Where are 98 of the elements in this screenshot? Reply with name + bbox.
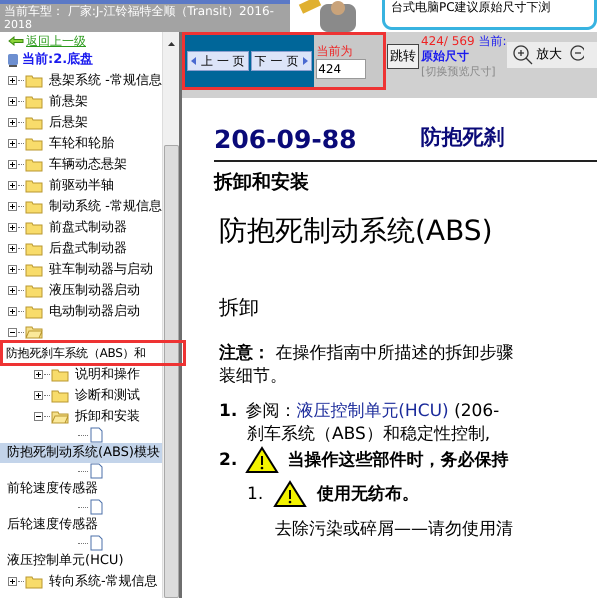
section-header: 防抱死刹 — [420, 124, 505, 151]
substep-detail: 去除污染或碎屑——请勿使用清 — [274, 518, 514, 541]
tip-text: 台式电脑PC建议原始尺寸下浏 — [390, 0, 552, 15]
step-text: 参阅：液压控制单元(HCU) (206- — [245, 400, 500, 423]
tree-item[interactable]: 诊断和测试 — [75, 386, 140, 406]
page-count: 424/ 569 — [421, 34, 475, 48]
warning-icon — [245, 446, 280, 474]
document-subtitle: 拆卸 — [219, 294, 260, 321]
tree-item[interactable]: 说明和操作 — [75, 364, 140, 384]
document-title: 防抱死制动系统(ABS) — [219, 213, 494, 249]
substep-number: 1. — [247, 482, 264, 506]
tree-item[interactable]: 防抱死制动系统(ABS)模块 — [0, 443, 162, 463]
folder-icon — [51, 368, 69, 382]
tree-item[interactable]: 转向系统-常规信息 — [49, 572, 158, 592]
folder-icon — [25, 74, 43, 88]
folder-icon — [25, 284, 43, 298]
substep-text: 使用无纺布。 — [317, 482, 420, 506]
folder-icon — [51, 388, 69, 402]
collapse-box-icon[interactable] — [34, 412, 43, 421]
expand-box-icon[interactable] — [8, 139, 17, 148]
expand-box-icon[interactable] — [34, 370, 43, 379]
tree-item[interactable]: 拆卸和安装 — [75, 406, 140, 426]
vehicle-title: 当前车型： 厂家:J-江铃福特全顺（Transit）2016- — [3, 4, 275, 18]
folder-icon — [25, 116, 43, 130]
step-number: 1. — [219, 400, 238, 423]
document-icon — [90, 463, 103, 479]
folder-icon — [25, 304, 43, 318]
folder-icon — [25, 325, 43, 339]
tree-item[interactable]: 后轮速度传感器 — [0, 515, 162, 535]
tree-item[interactable]: 前轮速度传感器 — [0, 479, 162, 499]
scroll-up-icon[interactable] — [168, 42, 174, 46]
expand-box-icon[interactable] — [34, 391, 43, 400]
vehicle-title-year: 2018 — [3, 18, 33, 31]
size-mode: 原始尺寸 — [421, 49, 470, 64]
zoom-in-icon — [513, 45, 533, 65]
tree-item[interactable]: 车辆动态悬架 — [49, 154, 127, 174]
folder-icon — [25, 200, 43, 214]
left-arrow-icon — [191, 57, 196, 65]
scroll-thumb[interactable] — [164, 145, 178, 598]
tree-item[interactable]: 制动系统 -常规信息 — [49, 196, 162, 216]
folder-icon — [25, 94, 43, 108]
jump-button[interactable]: 跳转 — [387, 44, 419, 69]
expand-box-icon[interactable] — [8, 577, 17, 586]
scrollbar[interactable] — [162, 32, 179, 598]
section-name: 拆卸和安装 — [214, 170, 310, 194]
folder-icon — [25, 158, 43, 172]
right-arrow-icon — [303, 57, 308, 65]
expand-box-icon[interactable] — [8, 118, 17, 127]
computer-icon — [7, 52, 19, 68]
back-arrow-icon — [8, 36, 24, 46]
document-icon — [90, 427, 103, 443]
document-icon — [90, 499, 103, 515]
expand-box-icon[interactable] — [8, 97, 17, 106]
folder-icon — [25, 136, 43, 150]
expand-box-icon[interactable] — [8, 76, 17, 85]
folder-icon — [25, 574, 43, 588]
tree-item[interactable]: 液压制动器启动 — [49, 280, 140, 300]
tree-item[interactable]: 电动制动器启动 — [49, 302, 140, 322]
tree-item[interactable]: 液压控制单元(HCU) — [0, 551, 162, 571]
expand-box-icon[interactable] — [8, 181, 17, 190]
note-text-continued: 装细节。 — [219, 365, 288, 388]
folder-icon — [25, 262, 43, 276]
folder-icon — [25, 178, 43, 192]
note-text: 注意： 在操作指南中所描述的拆卸步骤 — [219, 342, 514, 365]
collapse-box-icon[interactable] — [8, 328, 17, 336]
back-link[interactable]: 返回上一级 — [26, 32, 86, 50]
previous-page-button[interactable]: 上 一 页 — [187, 51, 249, 71]
page-input[interactable]: 424 — [316, 59, 366, 79]
tree-item[interactable]: 防抱死刹车系统（ABS）和 — [0, 342, 162, 364]
expand-box-icon[interactable] — [8, 307, 17, 316]
next-page-button[interactable]: 下 一 页 — [250, 51, 312, 71]
step-number: 2. — [219, 448, 238, 472]
step-text-continued: 刹车系统（ABS）和稳定性控制, — [246, 423, 492, 446]
size-label: 当前: — [478, 34, 507, 48]
tree-item[interactable]: 前驱动半轴 — [49, 176, 114, 196]
tree-item[interactable]: 车轮和轮胎 — [49, 134, 114, 154]
expand-box-icon[interactable] — [8, 244, 17, 253]
expand-box-icon[interactable] — [8, 202, 17, 211]
step-text: 当操作这些部件时，务必保持 — [287, 448, 508, 472]
expand-box-icon[interactable] — [8, 286, 17, 295]
folder-icon — [25, 242, 43, 256]
section-code: 206-09-88 — [214, 126, 357, 154]
tree-item[interactable]: 后盘式制动器 — [49, 238, 127, 258]
tree-item[interactable]: 驻车制动器与启动 — [49, 260, 153, 280]
folder-icon — [25, 220, 43, 234]
reference-link[interactable]: 液压控制单元(HCU) — [296, 401, 449, 421]
tree-item[interactable]: 前悬架 — [49, 92, 88, 112]
folder-icon — [51, 410, 69, 424]
expand-box-icon[interactable] — [8, 160, 17, 169]
current-category: 当前:2.底盘 — [22, 50, 94, 70]
expand-box-icon[interactable] — [8, 223, 17, 232]
tree-item[interactable]: 前盘式制动器 — [49, 218, 127, 238]
expand-box-icon[interactable] — [8, 265, 17, 274]
document-icon — [90, 535, 103, 551]
tree-item[interactable]: 后悬架 — [49, 112, 88, 132]
warning-icon — [273, 480, 308, 508]
current-page-label: 当前为 — [316, 43, 354, 59]
tree-item[interactable]: 悬架系统 -常规信息 — [49, 70, 162, 90]
